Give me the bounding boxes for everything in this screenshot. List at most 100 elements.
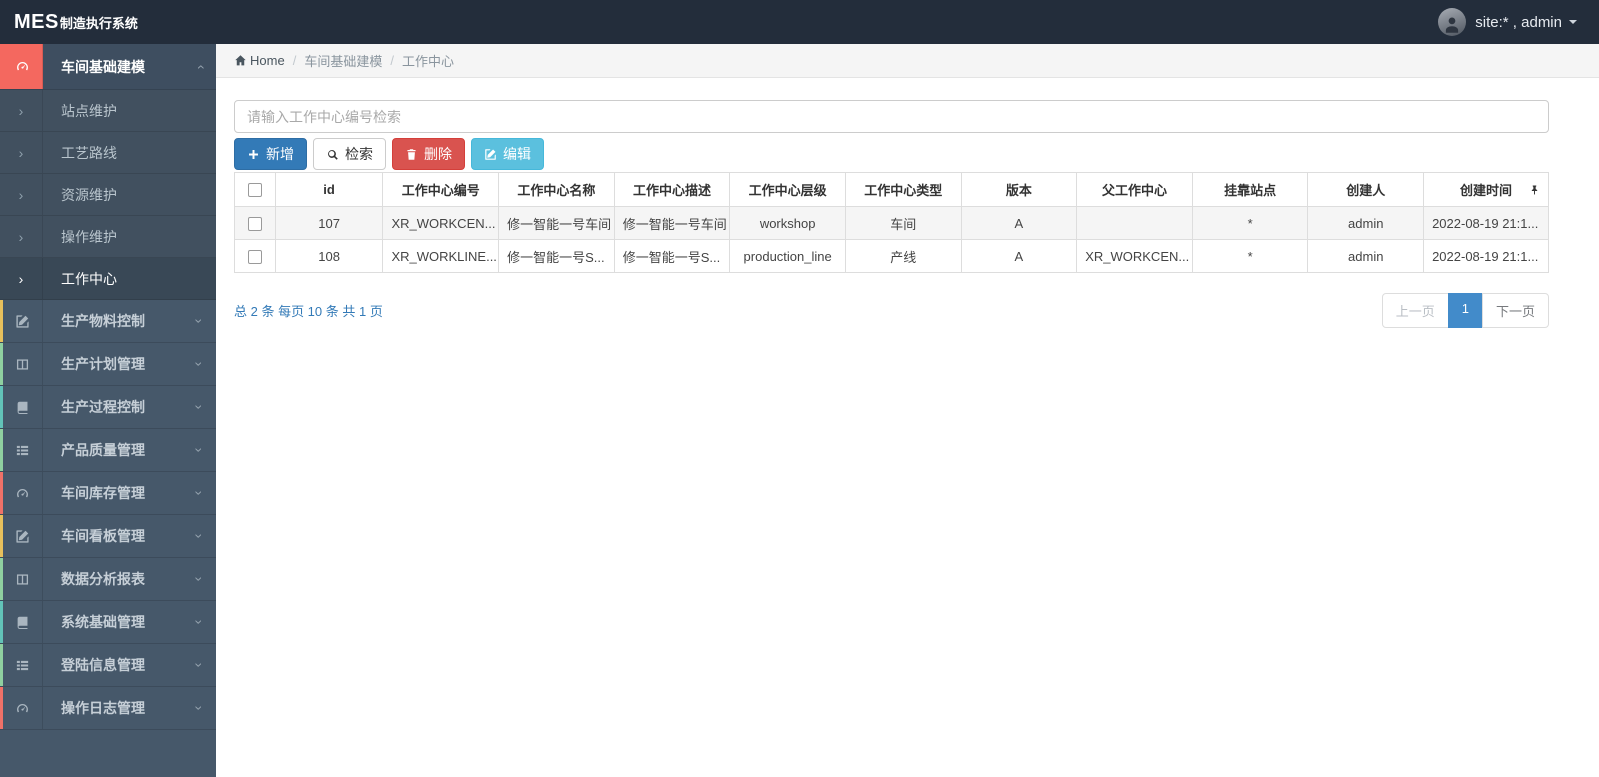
cell-level: production_line (729, 239, 846, 273)
sidebar-item-workshop-inventory-management[interactable]: 车间库存管理 (0, 472, 216, 515)
next-page-button[interactable]: 下一页 (1481, 293, 1549, 328)
chevron-down-icon (197, 572, 202, 586)
page-1-button[interactable]: 1 (1447, 293, 1483, 328)
caret-down-icon (1569, 20, 1577, 24)
sidebar-item-production-process-control[interactable]: 生产过程控制 (0, 386, 216, 429)
cell-code: XR_WORKLINE... (382, 239, 500, 273)
checkbox-cell (234, 239, 276, 273)
col-header-type[interactable]: 工作中心类型 (844, 172, 962, 207)
chevron-down-icon (197, 357, 202, 371)
chevron-right-icon (0, 132, 43, 173)
chevron-down-icon (197, 486, 202, 500)
sidebar-item-resource-maintenance[interactable]: 资源维护 (0, 174, 216, 216)
breadcrumb-item-workshop-modeling[interactable]: 车间基础建模 (304, 51, 382, 70)
columns-icon (16, 358, 29, 370)
sidebar-item-station-maintenance[interactable]: 站点维护 (0, 90, 216, 132)
breadcrumb-separator: / (292, 53, 297, 68)
cell-id: 108 (274, 239, 384, 273)
col-header-description[interactable]: 工作中心描述 (613, 172, 731, 207)
sidebar-item-work-center[interactable]: 工作中心 (0, 258, 216, 300)
pin-icon[interactable] (1529, 184, 1540, 195)
cell-version: A (960, 206, 1078, 240)
cell-name: 修一智能一号S... (498, 239, 615, 273)
cell-level: workshop (729, 206, 846, 240)
sidebar-item-label: 站点维护 (61, 102, 117, 119)
table-row[interactable]: 107 XR_WORKCEN... 修一智能一号车间 修一智能一号车间 work… (234, 206, 1549, 240)
sidebar-item-production-plan-management[interactable]: 生产计划管理 (0, 343, 216, 386)
list-icon (16, 445, 29, 455)
toolbar: 新增 检索 删除 编辑 (234, 138, 1549, 170)
sidebar-item-workshop-modeling[interactable]: 车间基础建模 (0, 44, 216, 90)
chevron-right-icon (0, 174, 43, 215)
pagination-bar: 总 2 条 每页 10 条 共 1 页 上一页 1 下一页 (234, 293, 1549, 328)
sidebar-item-product-quality-management[interactable]: 产品质量管理 (0, 429, 216, 472)
chevron-right-icon (0, 90, 43, 131)
col-header-create-time[interactable]: 创建时间 (1423, 172, 1549, 207)
sidebar-item-login-info-management[interactable]: 登陆信息管理 (0, 644, 216, 687)
sidebar-item-label: 资源维护 (61, 186, 117, 203)
sidebar-item-data-analysis-report[interactable]: 数据分析报表 (0, 558, 216, 601)
cell-type: 产线 (844, 239, 962, 273)
search-icon (328, 149, 338, 160)
col-header-parent[interactable]: 父工作中心 (1076, 172, 1193, 207)
chevron-right-icon (0, 258, 43, 299)
cell-id: 107 (274, 206, 384, 240)
cell-create-time: 2022-08-19 21:1... (1423, 239, 1549, 273)
prev-page-button[interactable]: 上一页 (1381, 293, 1449, 328)
row-checkbox[interactable] (247, 216, 262, 231)
edit-button[interactable]: 编辑 (471, 138, 544, 170)
columns-icon (16, 573, 29, 585)
select-all-checkbox[interactable] (247, 183, 262, 198)
chevron-down-icon (197, 400, 202, 414)
cell-parent: XR_WORKCEN... (1076, 239, 1193, 273)
chevron-up-icon (197, 60, 202, 74)
cell-create-time: 2022-08-19 21:1... (1423, 206, 1549, 240)
search-button[interactable]: 检索 (313, 138, 386, 170)
sidebar-item-label: 产品质量管理 (61, 442, 145, 458)
sidebar-item-label: 生产过程控制 (61, 399, 145, 415)
cell-type: 车间 (844, 206, 962, 240)
chevron-down-icon (197, 615, 202, 629)
cell-creator: admin (1307, 239, 1425, 273)
sidebar-item-workshop-kanban-management[interactable]: 车间看板管理 (0, 515, 216, 558)
user-menu[interactable]: site:* , admin (1438, 8, 1577, 36)
book-icon (17, 616, 28, 629)
trash-icon (407, 148, 416, 160)
col-header-level[interactable]: 工作中心层级 (729, 172, 846, 207)
list-icon (16, 660, 29, 670)
sidebar-item-label: 车间库存管理 (61, 485, 145, 501)
user-avatar[interactable] (1438, 8, 1467, 36)
sidebar-item-label: 工艺路线 (61, 144, 117, 161)
breadcrumb: Home / 车间基础建模 / 工作中心 (216, 44, 1599, 78)
delete-button[interactable]: 删除 (392, 138, 465, 170)
checkbox-cell (234, 206, 276, 240)
user-label: site:* , admin (1475, 13, 1562, 31)
col-header-version[interactable]: 版本 (960, 172, 1078, 207)
tachometer-icon (17, 488, 28, 497)
sidebar-item-label: 操作日志管理 (61, 700, 145, 716)
col-header-id[interactable]: id (274, 172, 384, 207)
col-header-station[interactable]: 挂靠站点 (1191, 172, 1309, 207)
sidebar-item-operation-log-management[interactable]: 操作日志管理 (0, 687, 216, 730)
table-row[interactable]: 108 XR_WORKLINE... 修一智能一号S... 修一智能一号S...… (234, 239, 1549, 273)
sidebar-item-production-material-control[interactable]: 生产物料控制 (0, 300, 216, 343)
cell-station: * (1191, 206, 1309, 240)
sidebar-item-operation-maintenance[interactable]: 操作维护 (0, 216, 216, 258)
sidebar-item-system-basic-management[interactable]: 系统基础管理 (0, 601, 216, 644)
add-button[interactable]: 新增 (234, 138, 307, 170)
cell-station: * (1191, 239, 1309, 273)
edit-icon (485, 148, 496, 160)
breadcrumb-home[interactable]: Home (234, 53, 285, 68)
top-header: MES 制造执行系统 site:* , admin (0, 0, 1599, 44)
row-checkbox[interactable] (247, 249, 262, 264)
col-header-creator[interactable]: 创建人 (1307, 172, 1425, 207)
cell-name: 修一智能一号车间 (498, 206, 615, 240)
search-input[interactable] (234, 100, 1549, 133)
col-header-code[interactable]: 工作中心编号 (382, 172, 500, 207)
sidebar-item-label: 数据分析报表 (61, 571, 145, 587)
sidebar-item-process-route[interactable]: 工艺路线 (0, 132, 216, 174)
cell-creator: admin (1307, 206, 1425, 240)
cell-version: A (960, 239, 1078, 273)
col-header-name[interactable]: 工作中心名称 (498, 172, 615, 207)
table-header-row: id 工作中心编号 工作中心名称 工作中心描述 工作中心层级 工作中心类型 版本… (234, 172, 1549, 207)
